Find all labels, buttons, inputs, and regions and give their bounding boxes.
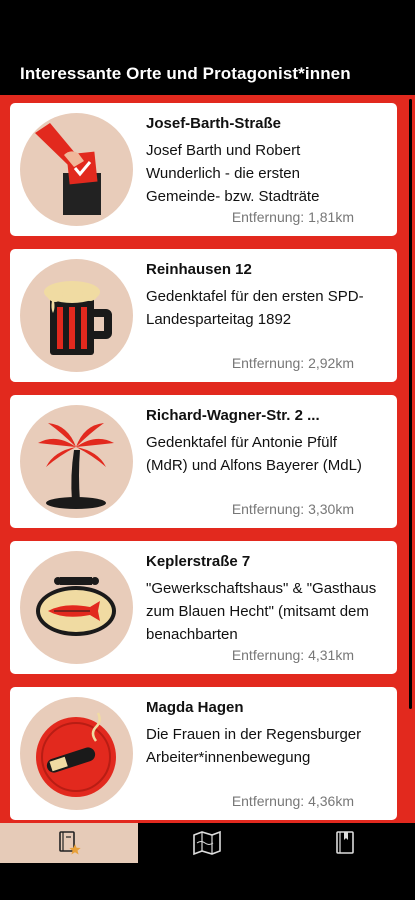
place-description: Die Frauen in der Regensburger Arbeiter*…: [146, 726, 362, 766]
list-item-place[interactable]: Reinhausen 12 Gedenktafel für den ersten…: [10, 249, 397, 382]
place-distance: Entfernung: 3,30km: [231, 501, 354, 517]
pike-sign-icon: [20, 551, 133, 664]
bookmarked-places-icon: [59, 831, 81, 855]
page-title: Interessante Orte und Protagonist*innen: [20, 64, 351, 83]
list-item-place[interactable]: Keplerstraße 7 "Gewerkschaftshaus" & "Ga…: [10, 541, 397, 674]
scrollbar[interactable]: [409, 99, 412, 709]
bottom-tab-bar: [0, 823, 415, 900]
cigar-icon: [20, 697, 133, 810]
place-distance: Entfernung: 4,36km: [231, 793, 354, 809]
book-icon: [336, 831, 354, 854]
tab-map[interactable]: [138, 823, 276, 863]
place-description: Gedenktafel für den ersten SPD-Landespar…: [146, 288, 364, 328]
ballot-box-icon: [20, 113, 133, 226]
list-item-place[interactable]: Richard-Wagner-Str. 2 ... Gedenktafel fü…: [10, 395, 397, 528]
place-title: Richard-Wagner-Str. 2 ...: [146, 407, 320, 424]
place-distance: Entfernung: 2,92km: [231, 355, 354, 371]
place-distance: Entfernung: 4,31km: [231, 647, 354, 663]
place-title: Reinhausen 12: [146, 261, 252, 278]
list-item-place[interactable]: Magda Hagen Die Frauen in der Regensburg…: [10, 687, 397, 820]
tab-book[interactable]: [276, 823, 414, 863]
place-description: Gedenktafel für Antonie Pfülf (MdR) und …: [146, 434, 362, 474]
list-item-place[interactable]: Josef-Barth-Straße Josef Barth und Rober…: [10, 103, 397, 236]
place-description: Josef Barth und Robert Wunderlich - die …: [146, 142, 320, 205]
place-title: Josef-Barth-Straße: [146, 115, 282, 132]
map-icon: [193, 830, 221, 856]
place-distance: Entfernung: 1,81km: [231, 209, 354, 225]
place-title: Magda Hagen: [146, 699, 244, 716]
place-description: "Gewerkschaftshaus" & "Gasthaus zum Blau…: [146, 580, 377, 643]
app-header: Interessante Orte und Protagonist*innen: [0, 0, 415, 95]
tab-bookmarked-places[interactable]: [0, 823, 138, 863]
beer-mug-icon: [20, 259, 133, 372]
place-title: Keplerstraße 7: [146, 553, 251, 570]
places-list[interactable]: Josef-Barth-Straße Josef Barth und Rober…: [0, 95, 415, 823]
palm-tree-icon: [20, 405, 133, 518]
